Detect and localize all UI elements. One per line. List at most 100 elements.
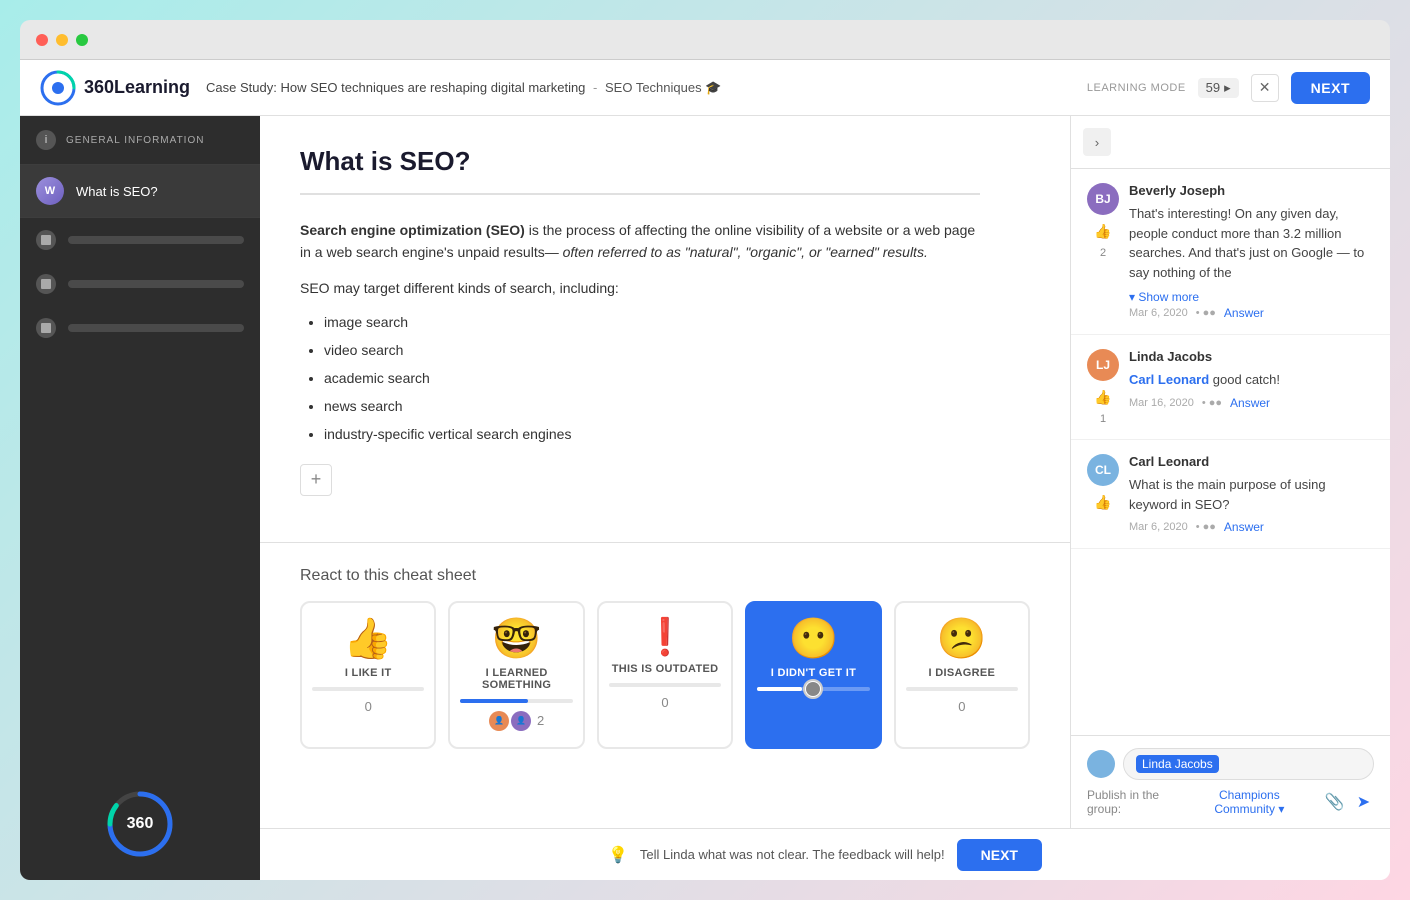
comment-cl-meta: Mar 6, 2020 • ●● Answer xyxy=(1129,520,1374,534)
feedback-emoji: 💡 xyxy=(608,845,628,865)
mac-titlebar xyxy=(20,20,1390,60)
sidebar-item-general-info[interactable]: i GENERAL INFORMATION xyxy=(20,116,260,165)
avatar-cl: CL xyxy=(1087,454,1119,486)
title-underline xyxy=(300,193,980,195)
panel-toggle: › xyxy=(1071,116,1390,169)
bullet-item: industry-specific vertical search engine… xyxy=(324,420,980,448)
commenter-name-bj: Beverly Joseph xyxy=(1129,183,1225,198)
comment-input-box[interactable]: Linda Jacobs xyxy=(1123,748,1374,780)
learned-label: I LEARNED SOMETHING xyxy=(460,667,572,691)
comment-bj: BJ 👍 2 Beverly Joseph That's int xyxy=(1071,169,1390,335)
comment-bj-left: BJ 👍 2 xyxy=(1087,183,1119,320)
slider-thumb xyxy=(803,679,823,699)
feedback-bar: 💡 Tell Linda what was not clear. The fee… xyxy=(260,828,1390,880)
bullet-item: video search xyxy=(324,336,980,364)
panel-toggle-button[interactable]: › xyxy=(1083,128,1111,156)
disagree-bar xyxy=(906,687,1018,691)
maximize-dot[interactable] xyxy=(76,34,88,46)
disagree-label: I DISAGREE xyxy=(929,667,996,679)
sidebar-item-what-is-seo[interactable]: W What is SEO? xyxy=(20,165,260,218)
right-panel: › BJ 👍 2 xyxy=(1070,116,1390,828)
sidebar-item-2[interactable] xyxy=(20,218,260,262)
like-button-cl[interactable]: 👍 xyxy=(1091,490,1115,514)
mention-tag: Linda Jacobs xyxy=(1136,755,1219,773)
learned-emoji: 🤓 xyxy=(492,619,542,659)
comment-cl-body: What is the main purpose of using keywor… xyxy=(1129,475,1374,514)
sidebar-footer: 360 xyxy=(20,768,260,880)
comment-lj-header: Linda Jacobs xyxy=(1129,349,1374,364)
comment-bj-inner: BJ 👍 2 Beverly Joseph That's int xyxy=(1087,183,1374,320)
reaction-cards: 👍 I LIKE IT 0 🤓 I LEARNED SOMETHING xyxy=(300,601,1030,749)
mention-carl: Carl Leonard xyxy=(1129,372,1209,387)
group-select-button[interactable]: Champions Community ▾ xyxy=(1191,788,1308,816)
sidebar: i GENERAL INFORMATION W What is SEO? xyxy=(20,116,260,880)
app-window: 360Learning Case Study: How SEO techniqu… xyxy=(20,60,1390,880)
avatar-bj: BJ xyxy=(1087,183,1119,215)
sidebar-item-3[interactable] xyxy=(20,262,260,306)
like-count-bj: 2 xyxy=(1100,247,1106,259)
outdated-label: THIS IS OUTDATED xyxy=(612,663,719,675)
minimize-dot[interactable] xyxy=(56,34,68,46)
publish-row: Publish in the group: Champions Communit… xyxy=(1087,788,1374,816)
top-header: 360Learning Case Study: How SEO techniqu… xyxy=(20,60,1390,116)
feedback-text: Tell Linda what was not clear. The feedb… xyxy=(640,847,945,862)
comment-bj-body: That's interesting! On any given day, pe… xyxy=(1129,204,1374,282)
logo-icon xyxy=(40,70,76,106)
answer-link-bj[interactable]: Answer xyxy=(1224,306,1264,320)
next-button-bottom[interactable]: NEXT xyxy=(957,839,1042,871)
didnt-get-bar xyxy=(757,687,869,691)
counter-badge: 59 ▸ xyxy=(1198,78,1239,98)
react-section: React to this cheat sheet 👍 I LIKE IT 0 xyxy=(260,542,1070,773)
comment-cl-inner: CL 👍 Carl Leonard What is the main purpo… xyxy=(1087,454,1374,534)
like-button-lj[interactable]: 👍 xyxy=(1091,385,1115,409)
sidebar-avatar: W xyxy=(36,177,64,205)
info-icon: i xyxy=(36,130,56,150)
comment-cl-header: Carl Leonard xyxy=(1129,454,1374,469)
like-emoji: 👍 xyxy=(343,619,393,659)
next-button-header[interactable]: NEXT xyxy=(1291,72,1370,104)
reaction-like[interactable]: 👍 I LIKE IT 0 xyxy=(300,601,436,749)
reaction-disagree[interactable]: 😕 I DISAGREE 0 xyxy=(894,601,1030,749)
add-content-button[interactable]: + xyxy=(300,464,332,496)
outdated-count: 0 xyxy=(661,695,668,710)
progress-label: 360 xyxy=(104,788,176,860)
comments-list: BJ 👍 2 Beverly Joseph That's int xyxy=(1071,169,1390,735)
bullet-item: academic search xyxy=(324,364,980,392)
learned-users: 👤 👤 2 xyxy=(489,711,544,731)
answer-link-cl[interactable]: Answer xyxy=(1224,520,1264,534)
close-dot[interactable] xyxy=(36,34,48,46)
answer-link-lj[interactable]: Answer xyxy=(1230,396,1270,410)
attach-button[interactable]: 📎 xyxy=(1324,790,1345,814)
like-count-lj: 1 xyxy=(1100,413,1106,425)
comment-lj-content: Linda Jacobs Carl Leonard good catch! Ma… xyxy=(1129,349,1374,425)
logo: 360Learning xyxy=(40,70,190,106)
logo-text: 360Learning xyxy=(84,77,190,98)
bullet-item: image search xyxy=(324,308,980,336)
reaction-didnt-get[interactable]: 😶 I DIDN'T GET IT xyxy=(745,601,881,749)
learning-mode-label: LEARNING MODE xyxy=(1087,82,1186,94)
user-avatar-2: 👤 xyxy=(511,711,531,731)
show-more-bj[interactable]: ▾ Show more xyxy=(1129,290,1199,304)
comment-cl: CL 👍 Carl Leonard What is the main purpo… xyxy=(1071,440,1390,549)
reaction-outdated[interactable]: ❗ THIS IS OUTDATED 0 xyxy=(597,601,733,749)
content-area: What is SEO? Search engine optimization … xyxy=(260,116,1070,828)
send-button[interactable]: ➤ xyxy=(1353,790,1374,814)
like-count: 0 xyxy=(365,699,372,714)
comment-cl-left: CL 👍 xyxy=(1087,454,1119,534)
page-title: What is SEO? xyxy=(300,146,980,177)
reaction-learned[interactable]: 🤓 I LEARNED SOMETHING 👤 👤 2 xyxy=(448,601,584,749)
like-button-bj[interactable]: 👍 xyxy=(1091,219,1115,243)
commenter-name-lj: Linda Jacobs xyxy=(1129,349,1212,364)
comment-lj-meta: Mar 16, 2020 • ●● Answer xyxy=(1129,396,1374,410)
learned-count: 2 xyxy=(537,713,544,728)
close-button[interactable]: ✕ xyxy=(1251,74,1279,102)
sidebar-item-4[interactable] xyxy=(20,306,260,350)
comment-bj-content: Beverly Joseph That's interesting! On an… xyxy=(1129,183,1374,320)
publish-label: Publish in the group: xyxy=(1087,788,1183,816)
content-panel-row: What is SEO? Search engine optimization … xyxy=(260,116,1390,828)
input-row: Linda Jacobs xyxy=(1087,748,1374,780)
user-avatar-1: 👤 xyxy=(489,711,509,731)
like-bar xyxy=(312,687,424,691)
like-label: I LIKE IT xyxy=(345,667,392,679)
course-title: Case Study: How SEO techniques are resha… xyxy=(206,80,1071,96)
